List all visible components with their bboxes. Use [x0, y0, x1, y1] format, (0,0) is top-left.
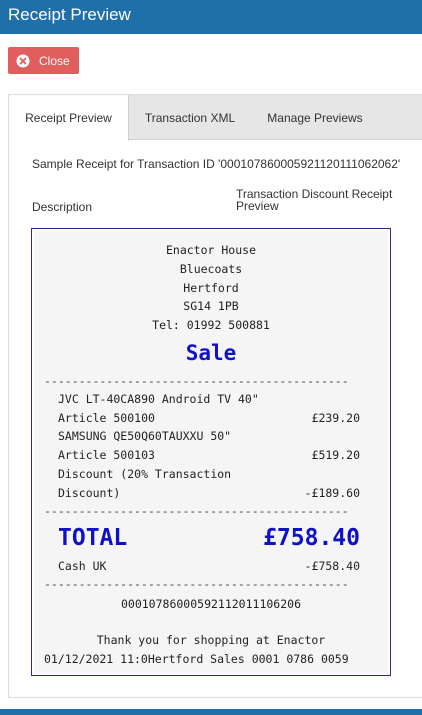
receipt-discount-label: Discount (20% Transaction — [58, 467, 232, 481]
receipt-footer: 01/12/2021 11:0Hertford Sales 0001 0786 … — [44, 652, 349, 666]
sample-receipt-caption: Sample Receipt for Transaction ID '00010… — [32, 157, 401, 171]
receipt-tender-label: Cash UK — [58, 559, 107, 573]
receipt-item-name: JVC LT-40CA890 Android TV 40" — [58, 392, 259, 406]
close-circle-icon — [16, 54, 30, 67]
tab-transaction-xml[interactable]: Transaction XML — [129, 95, 251, 140]
receipt-divider: ----------------------------------------… — [44, 374, 349, 388]
receipt-thank-you: Thank you for shopping at Enactor — [96, 633, 326, 647]
receipt-total-label: TOTAL — [58, 525, 128, 551]
receipt-total-amount: £758.40 — [263, 525, 360, 551]
receipt-item-article: Article 500100 — [58, 411, 155, 425]
close-button-label: Close — [39, 53, 70, 68]
receipt-item-amount: £239.20 — [311, 411, 360, 425]
receipt-discount-amount: -£189.60 — [304, 486, 360, 500]
receipt-header-line: Hertford — [183, 281, 239, 295]
receipt-header-line: SG14 1PB — [183, 299, 239, 313]
window-title: Receipt Preview — [0, 0, 422, 34]
receipt-header-line: Tel: 01992 500881 — [152, 318, 270, 332]
receipt-barcode-number: 00010786000592112011106206 — [120, 597, 301, 611]
receipt-item-article: Article 500103 — [58, 448, 155, 462]
receipt-preview: Enactor House Bluecoats Hertford SG14 1P… — [31, 228, 391, 676]
tab-receipt-preview[interactable]: Receipt Preview — [9, 95, 129, 141]
receipt-divider: ----------------------------------------… — [44, 504, 349, 518]
receipt-sale-title: Sale — [185, 341, 237, 365]
receipt-tender-amount: -£758.40 — [304, 559, 360, 573]
receipt-item-name: SAMSUNG QE50Q60TAUXXU 50" — [58, 429, 232, 443]
tab-bar: Receipt Preview Transaction XML Manage P… — [9, 95, 422, 141]
description-column-header: Description — [32, 200, 93, 214]
receipt-discount-label: Discount) — [58, 486, 121, 500]
bottom-bar — [0, 709, 422, 715]
receipt-column-header: Transaction Discount Receipt Preview — [236, 187, 393, 213]
receipt-header-line: Enactor House — [165, 243, 256, 257]
tab-manage-previews[interactable]: Manage Previews — [251, 95, 379, 140]
receipt-header-line: Bluecoats — [179, 262, 243, 276]
close-button[interactable]: Close — [8, 47, 79, 74]
receipt-item-amount: £519.20 — [311, 448, 360, 462]
preview-panel: Receipt Preview Transaction XML Manage P… — [8, 94, 422, 698]
receipt-divider: ----------------------------------------… — [44, 577, 349, 591]
